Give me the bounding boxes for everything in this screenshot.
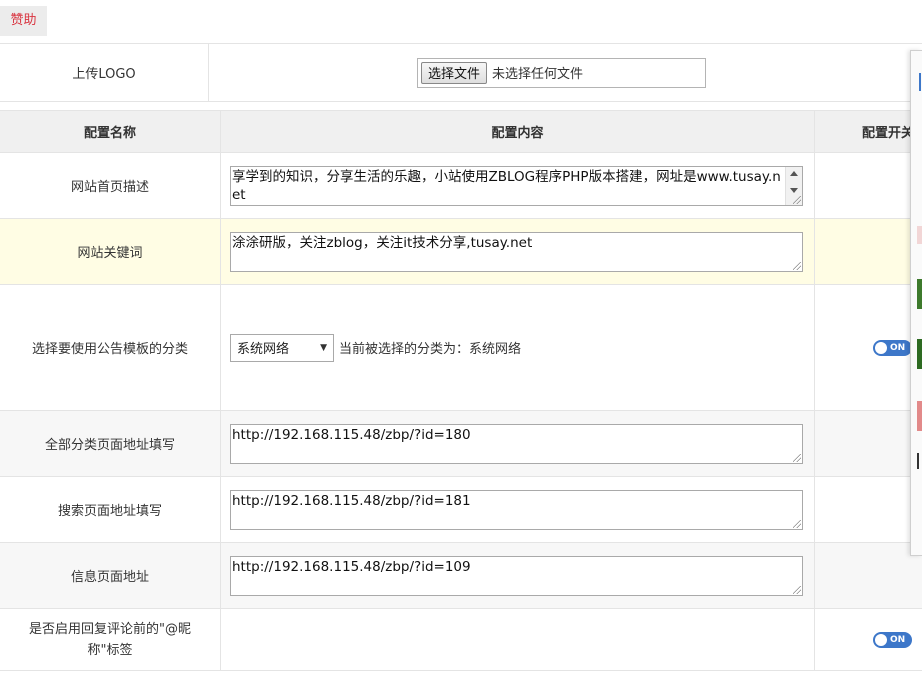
info-url-text: http://192.168.115.48/zbp/?id=109 <box>232 558 471 575</box>
file-input[interactable]: 选择文件 未选择任何文件 <box>417 57 706 88</box>
toggle-label: ON <box>890 634 906 645</box>
category-note: 当前被选择的分类为：系统网络 <box>339 342 522 357</box>
keywords-text: 涂涂研版，关注zblog，关注it技术分享,tusay.net <box>232 234 533 251</box>
category-select[interactable]: 系统网络 ▼ <box>230 333 334 362</box>
side-thumbnail[interactable] <box>917 401 922 431</box>
header-content: 配置内容 <box>221 111 815 152</box>
toggle-label: ON <box>890 342 906 353</box>
search-url-text: http://192.168.115.48/zbp/?id=181 <box>232 492 471 509</box>
resize-grip-icon[interactable] <box>793 519 801 528</box>
settings-page: 赞助 上传LOGO 选择文件 未选择任何文件 配置名称 配置内容 配置开关 网站… <box>0 0 922 680</box>
keywords-switch-cell <box>815 219 922 284</box>
search-url-label: 搜索页面地址填写 <box>0 477 221 542</box>
side-thumbnail[interactable] <box>917 339 922 369</box>
info-switch-cell <box>815 543 922 608</box>
keywords-cell: 涂涂研版，关注zblog，关注it技术分享,tusay.net <box>221 219 815 284</box>
table-row: 网站关键词 涂涂研版，关注zblog，关注it技术分享,tusay.net <box>0 219 922 285</box>
upload-logo-cell: 选择文件 未选择任何文件 <box>209 44 909 101</box>
search-url-textarea[interactable]: http://192.168.115.48/zbp/?id=181 <box>230 489 803 530</box>
homepage-desc-switch-cell <box>815 153 922 218</box>
info-url-cell: http://192.168.115.48/zbp/?id=109 <box>221 543 815 608</box>
file-status: 未选择任何文件 <box>492 67 584 82</box>
header-switch: 配置开关 <box>862 126 915 141</box>
toggle-knob <box>875 341 887 354</box>
info-url-textarea[interactable]: http://192.168.115.48/zbp/?id=109 <box>230 555 803 596</box>
header-name: 配置名称 <box>0 111 221 152</box>
all-categories-url-text: http://192.168.115.48/zbp/?id=180 <box>232 426 471 443</box>
resize-grip-icon[interactable] <box>793 195 801 204</box>
category-cell: 系统网络 ▼ 当前被选择的分类为：系统网络 <box>221 285 815 410</box>
keywords-textarea[interactable]: 涂涂研版，关注zblog，关注it技术分享,tusay.net <box>230 231 803 272</box>
homepage-desc-textarea[interactable]: 享学到的知识，分享生活的乐趣，小站使用ZBLOG程序PHP版本搭建，网址是www… <box>230 165 803 206</box>
side-panel-cursor <box>917 453 919 469</box>
reply-tag-cell <box>221 609 815 670</box>
side-thumbnail[interactable] <box>917 226 922 244</box>
keywords-label: 网站关键词 <box>0 219 221 284</box>
upload-logo-row: 上传LOGO 选择文件 未选择任何文件 <box>0 43 922 102</box>
resize-grip-icon[interactable] <box>793 585 801 594</box>
table-row: 网站首页描述 享学到的知识，分享生活的乐趣，小站使用ZBLOG程序PHP版本搭建… <box>0 153 922 219</box>
toggle-knob <box>875 633 887 646</box>
all-categories-switch-cell <box>815 411 922 476</box>
side-thumbnail[interactable] <box>917 279 922 309</box>
category-selected: 系统网络 <box>237 342 290 357</box>
table-row: 全部分类页面地址填写 http://192.168.115.48/zbp/?id… <box>0 411 922 477</box>
table-row: 搜索页面地址填写 http://192.168.115.48/zbp/?id=1… <box>0 477 922 543</box>
choose-file-button[interactable]: 选择文件 <box>421 61 488 84</box>
upload-logo-label: 上传LOGO <box>0 44 209 101</box>
homepage-desc-cell: 享学到的知识，分享生活的乐趣，小站使用ZBLOG程序PHP版本搭建，网址是www… <box>221 153 815 218</box>
resize-grip-icon[interactable] <box>793 261 801 270</box>
dropdown-arrow-icon: ▼ <box>320 342 327 353</box>
reply-tag-label: 是否启用回复评论前的"@昵称"标签 <box>0 609 221 670</box>
category-label: 选择要使用公告模板的分类 <box>0 285 221 410</box>
side-panel[interactable] <box>910 50 922 556</box>
category-toggle[interactable]: ON <box>873 339 912 356</box>
all-categories-url-textarea[interactable]: http://192.168.115.48/zbp/?id=180 <box>230 423 803 464</box>
category-switch-cell: ON <box>815 285 922 410</box>
reply-tag-toggle[interactable]: ON <box>873 631 912 648</box>
search-switch-cell <box>815 477 922 542</box>
table-row: 信息页面地址 http://192.168.115.48/zbp/?id=109 <box>0 543 922 609</box>
info-url-label: 信息页面地址 <box>0 543 221 608</box>
scroll-up-icon[interactable] <box>790 170 798 176</box>
scroll-down-icon[interactable] <box>790 187 798 193</box>
resize-grip-icon[interactable] <box>793 453 801 462</box>
reply-tag-switch-cell: ON <box>815 609 922 670</box>
table-row: 选择要使用公告模板的分类 系统网络 ▼ 当前被选择的分类为：系统网络 ON <box>0 285 922 411</box>
search-url-cell: http://192.168.115.48/zbp/?id=181 <box>221 477 815 542</box>
all-categories-url-cell: http://192.168.115.48/zbp/?id=180 <box>221 411 815 476</box>
table-row: 是否启用回复评论前的"@昵称"标签 ON <box>0 609 922 671</box>
table-header: 配置名称 配置内容 配置开关 <box>0 110 922 153</box>
homepage-desc-text: 享学到的知识，分享生活的乐趣，小站使用ZBLOG程序PHP版本搭建，网址是www… <box>232 168 781 203</box>
homepage-desc-label: 网站首页描述 <box>0 153 221 218</box>
sponsor-button[interactable]: 赞助 <box>0 6 47 36</box>
all-categories-url-label: 全部分类页面地址填写 <box>0 411 221 476</box>
